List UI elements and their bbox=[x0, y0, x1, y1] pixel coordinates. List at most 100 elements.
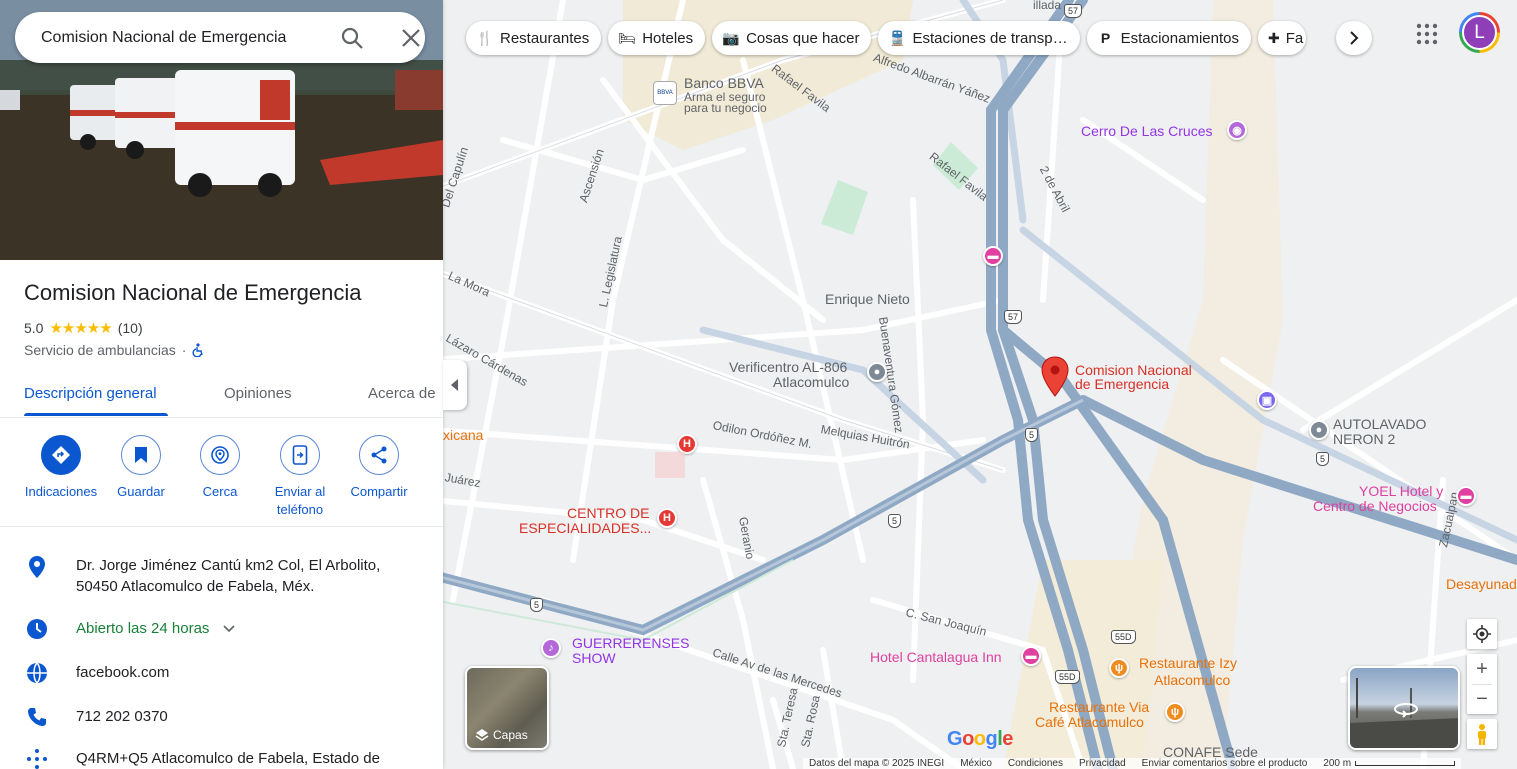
chips-next-button[interactable] bbox=[1336, 21, 1372, 55]
reviews-count-link[interactable]: (10) bbox=[118, 320, 143, 336]
hours-status: Abierto las 24 horas bbox=[76, 620, 210, 637]
camera-icon: 📷 bbox=[722, 29, 740, 46]
poi-verificentro-label[interactable]: Verificentro AL-806 bbox=[729, 360, 847, 374]
location-pin-icon[interactable] bbox=[1041, 356, 1069, 398]
poi-target-label[interactable]: Comision Nacional bbox=[1075, 363, 1192, 377]
rating-value: 5.0 bbox=[24, 320, 44, 336]
directions-icon bbox=[52, 446, 70, 464]
poi-centro-label: ESPECIALIDADES... bbox=[519, 520, 652, 536]
poi-conafe-label[interactable]: CONAFE Sede bbox=[1163, 745, 1258, 759]
poi-autolavado-label[interactable]: AUTOLAVADO bbox=[1333, 417, 1426, 431]
chip-restaurantes[interactable]: 🍴 Restaurantes bbox=[466, 21, 602, 55]
my-location-button[interactable] bbox=[1467, 619, 1497, 649]
chip-estacionamientos[interactable]: P Estacionamientos bbox=[1086, 21, 1251, 55]
poi-guerre-label[interactable]: GUERRERENSES bbox=[572, 636, 689, 650]
transit-icon: 🚆 bbox=[888, 29, 907, 46]
chevron-right-icon bbox=[1350, 31, 1359, 45]
send-to-phone-button[interactable]: Enviar al teléfono bbox=[260, 435, 340, 519]
place-icon[interactable]: ● bbox=[867, 362, 887, 382]
poi-bank-name[interactable]: Banco BBVA bbox=[684, 76, 764, 90]
services-icon[interactable]: ▣ bbox=[1257, 390, 1277, 410]
address-text: Dr. Jorge Jiménez Cantú km2 Col, El Arbo… bbox=[76, 557, 381, 595]
tab-descripcion-general[interactable]: Descripción general bbox=[24, 385, 157, 402]
place-category-button[interactable]: Servicio de ambulancias bbox=[24, 342, 176, 358]
wheelchair-accessible-icon[interactable] bbox=[192, 343, 204, 357]
search-input[interactable] bbox=[41, 12, 331, 63]
map-data-attribution: Datos del mapa © 2025 INEGI bbox=[809, 758, 945, 769]
star-rating-icon: ★★★★★ bbox=[49, 320, 112, 337]
search-icon[interactable] bbox=[339, 25, 365, 51]
hospital-icon[interactable]: H bbox=[677, 434, 697, 454]
plus-code-text: Q4RM+Q5 Atlacomulco de Fabela, Estado de bbox=[76, 750, 380, 767]
directions-button[interactable]: Indicaciones bbox=[21, 435, 101, 501]
close-icon[interactable] bbox=[398, 25, 424, 51]
footer-country-link[interactable]: México bbox=[960, 758, 992, 769]
share-icon bbox=[371, 446, 387, 464]
hospital-area bbox=[655, 452, 685, 478]
place-tabs: Descripción general Opiniones Acerca de bbox=[0, 372, 443, 418]
entertainment-icon[interactable]: ♪ bbox=[541, 638, 561, 658]
footer-privacy-link[interactable]: Privacidad bbox=[1079, 758, 1126, 769]
footer-terms-link[interactable]: Condiciones bbox=[1008, 758, 1063, 769]
caret-left-icon bbox=[451, 379, 458, 391]
place-icon[interactable]: ● bbox=[1309, 420, 1329, 440]
hotel-icon[interactable]: ▬ bbox=[983, 246, 1003, 266]
hotel-icon[interactable]: ▬ bbox=[1021, 646, 1041, 666]
poi-cantalagua-label[interactable]: Hotel Cantalagua Inn bbox=[870, 650, 1002, 664]
phone-send-icon bbox=[292, 445, 308, 465]
street-view-thumbnail[interactable] bbox=[1348, 666, 1460, 750]
account-avatar[interactable]: L bbox=[1459, 12, 1500, 53]
zoom-out-button[interactable]: − bbox=[1476, 685, 1488, 714]
chip-estaciones[interactable]: 🚆 Estaciones de transp… bbox=[878, 21, 1080, 55]
route-shield: 55D bbox=[1111, 630, 1136, 644]
poi-autolavado-label: NERON 2 bbox=[1333, 431, 1396, 447]
footer-feedback-link[interactable]: Enviar comentarios sobre el producto bbox=[1142, 758, 1308, 769]
share-button[interactable]: Compartir bbox=[339, 435, 419, 501]
pegman-icon bbox=[1478, 724, 1486, 745]
rating-row: 5.0 ★★★★★ (10) bbox=[24, 319, 143, 337]
hotel-icon[interactable]: ▬ bbox=[1456, 486, 1476, 506]
chip-hoteles[interactable]: 🛏 Hoteles bbox=[608, 21, 706, 55]
zoom-in-button[interactable]: + bbox=[1476, 654, 1488, 684]
restaurant-icon[interactable]: ψ bbox=[1109, 658, 1129, 678]
chevron-down-icon[interactable] bbox=[223, 624, 235, 633]
place-title: Comision Nacional de Emergencia bbox=[24, 280, 362, 305]
restaurant-icon: 🍴 bbox=[476, 29, 494, 46]
clock-icon bbox=[27, 619, 47, 639]
hospital-icon[interactable]: H bbox=[657, 508, 677, 528]
layers-button[interactable]: Capas bbox=[465, 666, 549, 750]
bookmark-icon bbox=[135, 447, 147, 463]
collapse-panel-button[interactable] bbox=[443, 360, 467, 410]
poi-centro-label[interactable]: CENTRO DE bbox=[567, 506, 649, 520]
parking-icon: P bbox=[1100, 30, 1111, 46]
poi-guerre-label: SHOW bbox=[572, 650, 616, 666]
chip-cosas-que-hacer[interactable]: 📷 Cosas que hacer bbox=[712, 21, 872, 55]
route-shield: 5 bbox=[1025, 428, 1039, 442]
rotate-360-icon bbox=[1394, 703, 1418, 718]
map-footer: Datos del mapa © 2025 INEGI México Condi… bbox=[803, 758, 1462, 769]
hotel-icon: 🛏 bbox=[618, 29, 637, 46]
scale-bar[interactable]: 200 m bbox=[1323, 758, 1456, 769]
chip-farmacias[interactable]: ✚ Fa bbox=[1257, 21, 1306, 55]
restaurant-icon[interactable]: ψ bbox=[1165, 702, 1185, 722]
tab-opiniones[interactable]: Opiniones bbox=[224, 385, 292, 402]
attraction-icon[interactable]: ◉ bbox=[1227, 120, 1247, 140]
poi-yoel-label[interactable]: YOEL Hotel y bbox=[1359, 484, 1443, 498]
poi-izy-label: Atlacomulco bbox=[1154, 672, 1231, 688]
poi-desayunad-label[interactable]: Desayunad bbox=[1446, 577, 1517, 591]
pegman-button[interactable] bbox=[1467, 719, 1497, 749]
bbva-logo-icon: BBVA bbox=[653, 81, 677, 105]
tab-acerca-de[interactable]: Acerca de bbox=[368, 385, 436, 402]
route-shield: 5 bbox=[1316, 452, 1330, 466]
poi-xicana-label[interactable]: xicana bbox=[443, 428, 483, 442]
poi-izy-label[interactable]: Restaurante Izy bbox=[1139, 656, 1237, 670]
poi-via-label[interactable]: Restaurante Via bbox=[1049, 700, 1149, 714]
active-tab-indicator bbox=[24, 413, 168, 416]
category-chips: 🍴 Restaurantes 🛏 Hoteles 📷 Cosas que hacer … bbox=[466, 21, 1306, 55]
save-button[interactable]: Guardar bbox=[101, 435, 181, 501]
website-link[interactable]: facebook.com bbox=[76, 662, 416, 683]
poi-cerro-label[interactable]: Cerro De Las Cruces bbox=[1081, 124, 1213, 138]
map-canvas[interactable]: Alfredo Albarrán Yáñez Rafael Favila Raf… bbox=[443, 0, 1517, 769]
apps-grid-icon[interactable] bbox=[1415, 22, 1439, 46]
nearby-button[interactable]: Cerca bbox=[180, 435, 260, 501]
